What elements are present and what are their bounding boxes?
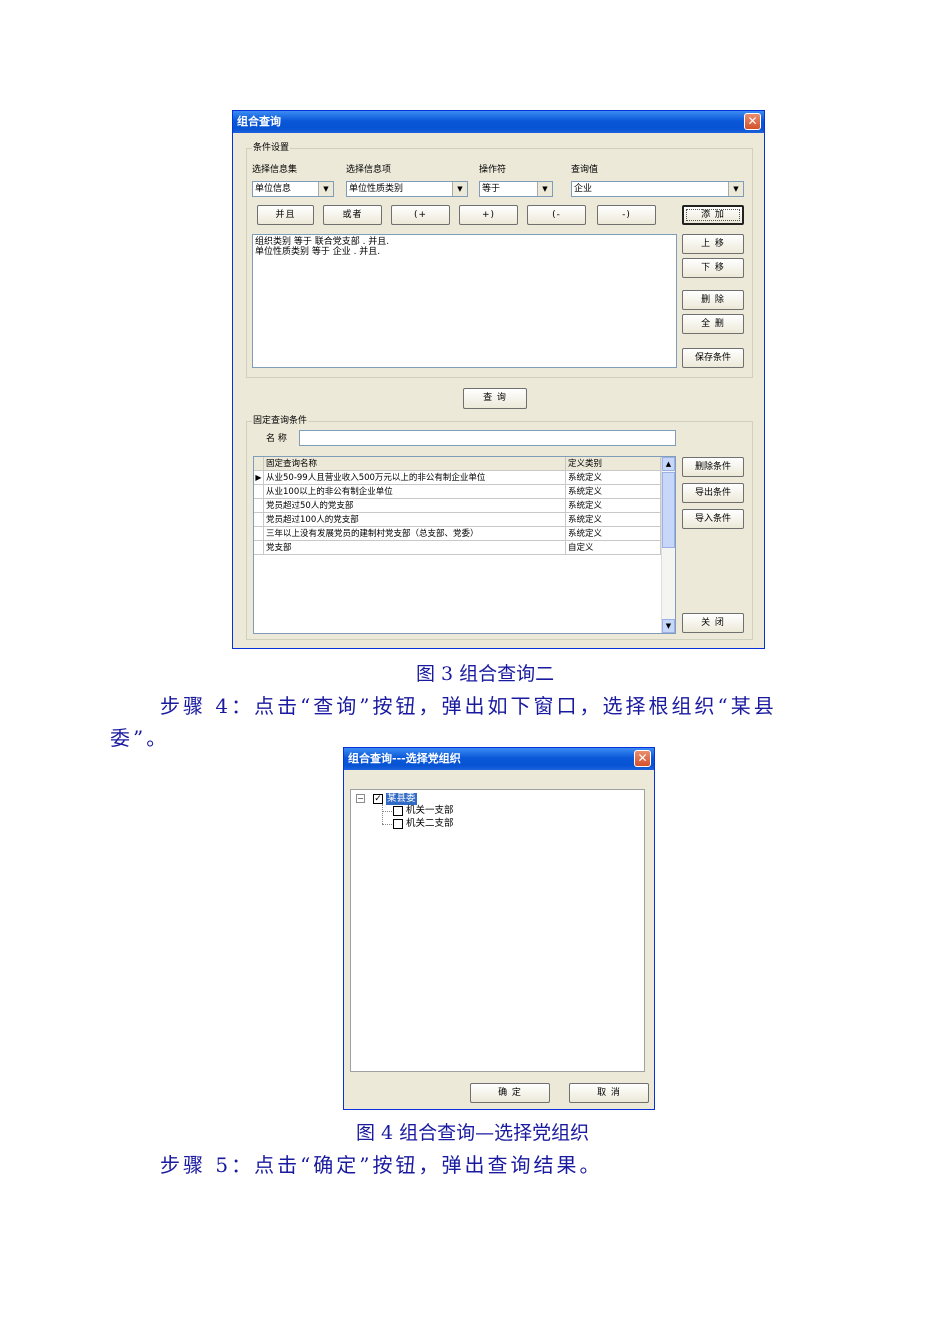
grid-cell-type: 自定义 (566, 541, 661, 555)
operator-value: 等于 (482, 184, 501, 194)
grid-header-name[interactable]: 固定查询名称 (264, 457, 566, 471)
table-row[interactable]: 从业100以上的非公有制企业单位 系统定义 (254, 485, 661, 499)
row-indicator (254, 499, 264, 513)
chevron-down-icon: ▼ (728, 182, 743, 196)
info-item-select[interactable]: 单位性质类别 ▼ (346, 181, 468, 197)
close-button[interactable]: 关 闭 (682, 613, 744, 633)
delete-button[interactable]: 删 除 (682, 290, 744, 310)
table-row[interactable]: 党员超过50人的党支部 系统定义 (254, 499, 661, 513)
collapse-icon[interactable]: − (356, 794, 365, 803)
import-condition-button[interactable]: 导入条件 (682, 509, 744, 529)
move-down-button[interactable]: 下 移 (682, 258, 744, 278)
conditions-group-title: 条件设置 (252, 142, 291, 154)
cancel-button[interactable]: 取 消 (569, 1083, 649, 1103)
grid-cell-type: 系统定义 (566, 499, 661, 513)
open-minus-button[interactable]: (- (527, 205, 586, 225)
grid-cell-name: 党员超过100人的党支部 (264, 513, 566, 527)
tree-connector (382, 811, 392, 813)
condition-line: 组织类别 等于 联合党支部 . 并且. (255, 237, 390, 247)
query-button[interactable]: 查 询 (463, 388, 527, 409)
grid-cell-type: 系统定义 (566, 485, 661, 499)
grid-header-type[interactable]: 定义类别 (566, 457, 661, 471)
grid-cell-name: 从业50-99人且营业收入500万元以上的非公有制企业单位 (264, 471, 566, 485)
row-indicator (254, 541, 264, 555)
grid-cell-name: 党员超过50人的党支部 (264, 499, 566, 513)
grid-cell-type: 系统定义 (566, 513, 661, 527)
close-icon[interactable]: ✕ (634, 750, 651, 767)
query-value-select[interactable]: 企业 ▼ (571, 181, 744, 197)
operator-label: 操作符 (479, 165, 507, 175)
name-input[interactable] (299, 430, 676, 446)
save-condition-button[interactable]: 保存条件 (682, 348, 744, 368)
dialog-title: 组合查询---选择党组织 (348, 752, 461, 765)
query-value-value: 企业 (574, 184, 593, 194)
fixed-query-grid: 固定查询名称 定义类别 ▶ 从业50-99人且营业收入500万元以上的非公有制企… (253, 456, 676, 634)
close-minus-button[interactable]: -) (597, 205, 656, 225)
chevron-down-icon: ▼ (452, 182, 467, 196)
figure-4-caption: 图 4 组合查询—选择党组织 (356, 1122, 590, 1144)
table-row[interactable]: ▶ 从业50-99人且营业收入500万元以上的非公有制企业单位 系统定义 (254, 471, 661, 485)
close-icon[interactable]: ✕ (744, 113, 761, 130)
tree-connector (382, 824, 392, 826)
tree-root-label[interactable]: 某县委 (386, 793, 417, 805)
row-indicator (254, 485, 264, 499)
or-button[interactable]: 或者 (323, 205, 382, 225)
grid-header-row: 固定查询名称 定义类别 (254, 457, 661, 471)
dialog-title: 组合查询 (237, 115, 281, 128)
query-value-label: 查询值 (571, 165, 599, 175)
info-set-label: 选择信息集 (252, 165, 298, 175)
and-button[interactable]: 并且 (257, 205, 314, 225)
open-plus-button[interactable]: (+ (391, 205, 450, 225)
fixed-query-group-title: 固定查询条件 (252, 415, 309, 427)
checkbox-icon[interactable] (393, 819, 403, 829)
info-item-value: 单位性质类别 (349, 184, 404, 194)
grid-cell-name: 从业100以上的非公有制企业单位 (264, 485, 566, 499)
condition-line: 单位性质类别 等于 企业 . 并且. (255, 247, 381, 257)
tree-child-label[interactable]: 机关二支部 (406, 818, 454, 830)
figure-3-caption: 图 3 组合查询二 (416, 663, 555, 685)
row-indicator (254, 527, 264, 541)
table-row[interactable]: 三年以上没有发展党员的建制村党支部（总支部、党委） 系统定义 (254, 527, 661, 541)
add-button[interactable]: 添 加 (682, 205, 744, 225)
delete-condition-button[interactable]: 删除条件 (682, 457, 744, 477)
move-up-button[interactable]: 上 移 (682, 234, 744, 254)
table-row[interactable]: 党员超过100人的党支部 系统定义 (254, 513, 661, 527)
grid-cell-type: 系统定义 (566, 471, 661, 485)
row-pointer-icon: ▶ (254, 471, 264, 485)
scroll-thumb[interactable] (662, 472, 675, 548)
info-item-label: 选择信息项 (346, 165, 392, 175)
name-label: 名 称 (266, 434, 287, 444)
grid-cell-type: 系统定义 (566, 527, 661, 541)
dialog-title-bar: 组合查询 (233, 111, 764, 133)
chevron-down-icon: ▼ (318, 182, 333, 196)
checkbox-icon[interactable] (393, 806, 403, 816)
org-tree: − ✓ 某县委 机关一支部 机关二支部 (350, 789, 645, 1072)
scroll-up-icon[interactable]: ▲ (662, 457, 675, 471)
row-indicator (254, 513, 264, 527)
info-set-value: 单位信息 (255, 184, 292, 194)
table-row[interactable]: 党支部 自定义 (254, 541, 661, 555)
grid-cell-name: 三年以上没有发展党员的建制村党支部（总支部、党委） (264, 527, 566, 541)
export-condition-button[interactable]: 导出条件 (682, 483, 744, 503)
conditions-textarea[interactable]: 组织类别 等于 联合党支部 . 并且. 单位性质类别 等于 企业 . 并且. (252, 234, 677, 368)
step-4-text: 步骤 4：点击“查询”按钮，弹出如下窗口，选择根组织“某县 (160, 694, 777, 718)
select-party-org-dialog: 组合查询---选择党组织 ✕ − ✓ 某县委 机关一支部 机关二支部 确 定 取… (343, 747, 655, 1110)
chevron-down-icon: ▼ (537, 182, 552, 196)
ok-button[interactable]: 确 定 (470, 1083, 550, 1103)
step-4-text-continued: 委”。 (110, 726, 170, 750)
row-indicator-header (254, 457, 264, 471)
info-set-select[interactable]: 单位信息 ▼ (252, 181, 334, 197)
step-5-text: 步骤 5：点击“确定”按钮，弹出查询结果。 (160, 1153, 603, 1177)
grid-cell-name: 党支部 (264, 541, 566, 555)
tree-connector (382, 804, 384, 824)
delete-all-button[interactable]: 全 删 (682, 314, 744, 334)
close-plus-button[interactable]: +) (459, 205, 518, 225)
tree-child-label[interactable]: 机关一支部 (406, 805, 454, 817)
combined-query-dialog: 组合查询 ✕ 条件设置 选择信息集 选择信息项 操作符 查询值 单位信息 ▼ 单… (232, 110, 765, 649)
operator-select[interactable]: 等于 ▼ (479, 181, 553, 197)
scroll-down-icon[interactable]: ▼ (662, 619, 675, 633)
dialog-title-bar: 组合查询---选择党组织 (344, 748, 654, 770)
checkbox-checked-icon[interactable]: ✓ (373, 794, 383, 804)
grid-scrollbar[interactable]: ▲ ▼ (661, 457, 675, 633)
